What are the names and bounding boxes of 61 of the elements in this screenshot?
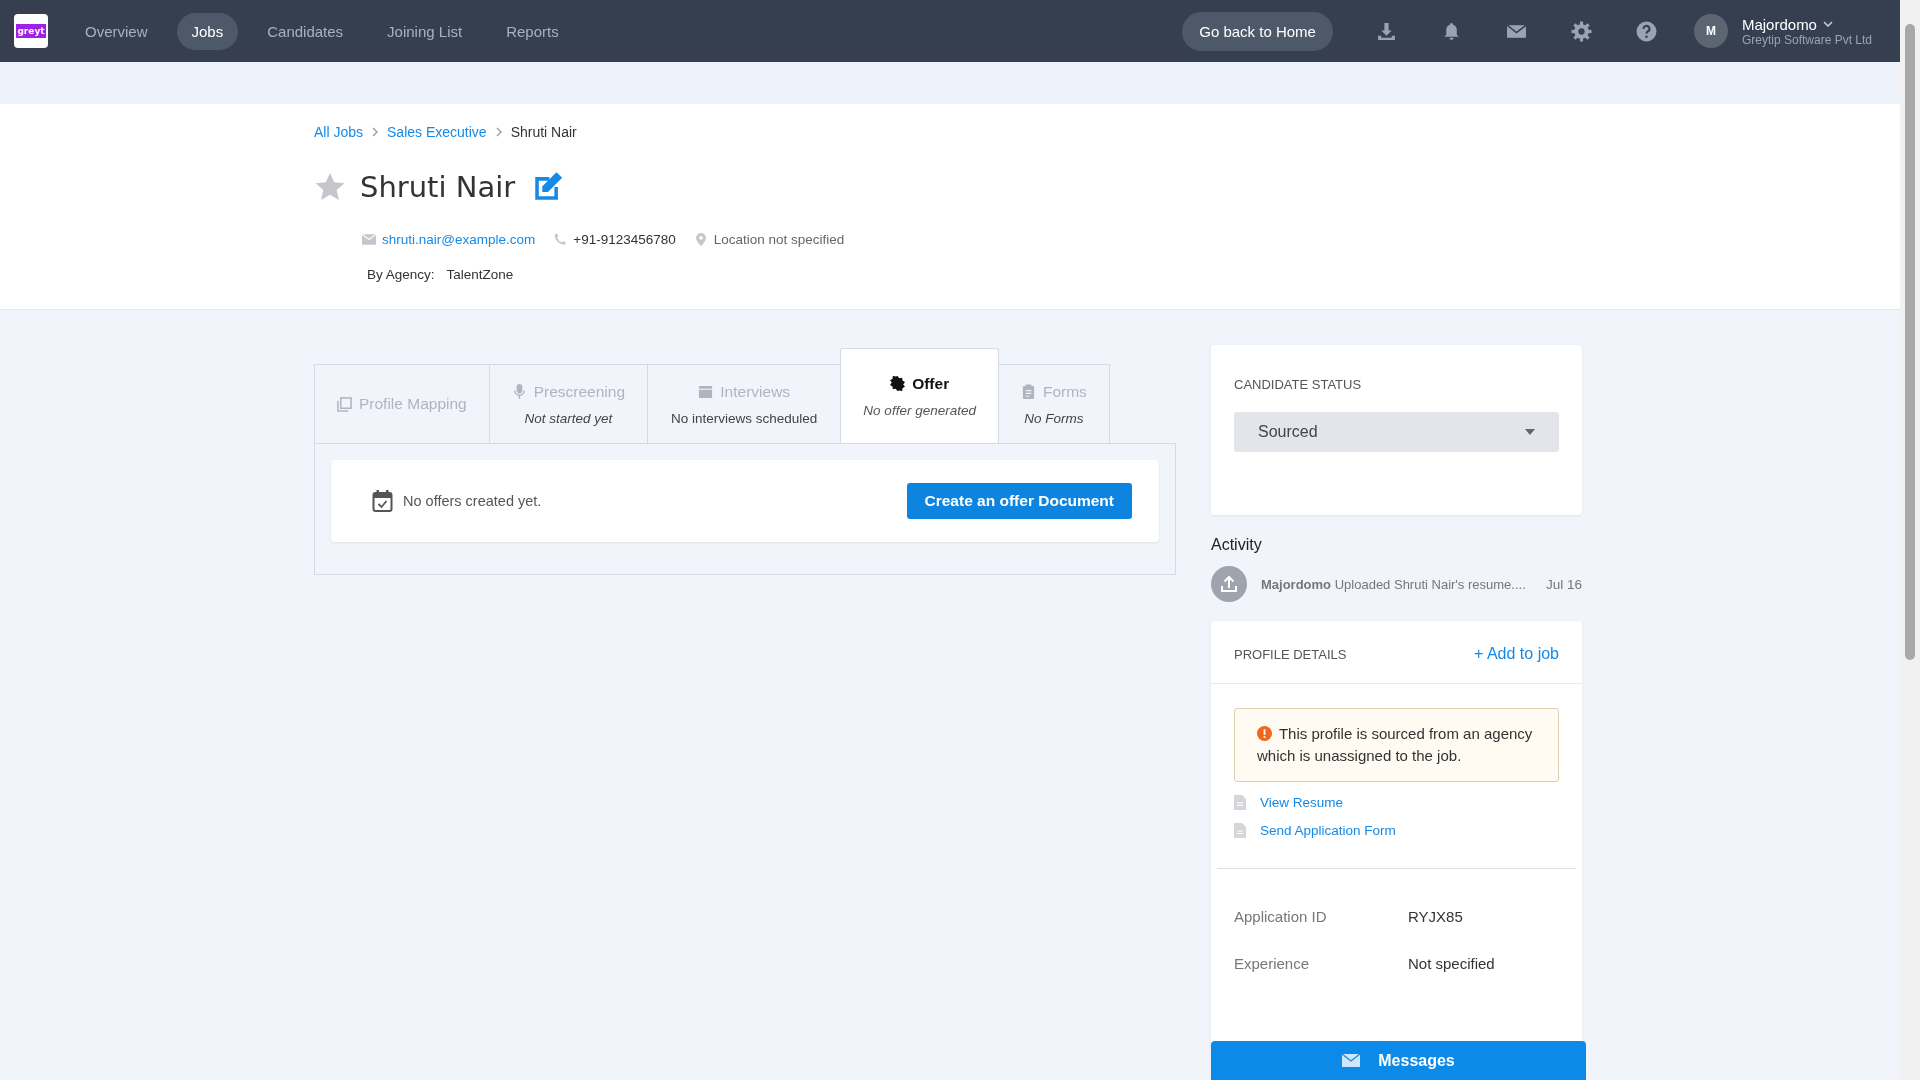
phone-number: +91-9123456780 [573, 232, 676, 247]
messages-button[interactable]: Messages [1211, 1041, 1586, 1080]
card-title: CANDIDATE STATUS [1234, 377, 1363, 392]
field-value: RYJX85 [1408, 908, 1463, 925]
clipboard-icon [1020, 384, 1036, 399]
email-link[interactable]: shruti.nair@example.com [382, 232, 536, 247]
company-name: Greytip Software Pvt Ltd [1741, 32, 1872, 47]
warning-text: This profile is sourced from an agency which is unassigned to the job. [1257, 724, 1534, 766]
app-logo[interactable]: greyt [14, 14, 48, 48]
nav-tab[interactable]: Reports [491, 12, 574, 50]
field-label: Experience [1234, 955, 1311, 972]
settings-icon[interactable] [1570, 20, 1592, 42]
nav-tab[interactable]: Overview [70, 12, 163, 50]
activity-date: Jul 16 [1545, 576, 1582, 592]
location-text: Location not specified [713, 232, 845, 247]
nav-tab[interactable]: Candidates [252, 12, 359, 50]
upload-icon [1211, 566, 1247, 602]
card-title: PROFILE DETAILS [1234, 646, 1347, 662]
caret-icon [1525, 429, 1535, 435]
star-icon[interactable] [314, 171, 346, 203]
candidate-name: Shruti Nair [360, 170, 516, 204]
field-label: Application ID [1234, 908, 1328, 925]
user-avatar[interactable]: M [1693, 14, 1728, 48]
warning-icon [1257, 726, 1272, 741]
help-icon[interactable] [1635, 20, 1657, 42]
status-dropdown[interactable]: Sourced [1234, 412, 1559, 452]
stage-tab[interactable]: Forms No Forms [997, 364, 1110, 443]
download-icon[interactable] [1375, 20, 1397, 42]
scrollbar[interactable] [1900, 0, 1920, 1080]
breadcrumb-current: Shruti Nair [510, 124, 577, 140]
nav-tab[interactable]: Joining List [372, 12, 478, 50]
envelope-icon [1342, 1054, 1361, 1067]
microphone-icon [511, 384, 527, 399]
breadcrumb-link[interactable]: All Jobs [314, 124, 364, 140]
document-icon [1234, 795, 1246, 810]
phone-icon [553, 233, 568, 246]
document-icon [1234, 823, 1246, 838]
profile-link[interactable]: Send Application Form [1260, 823, 1396, 838]
badge-icon [890, 376, 906, 391]
nav-tab[interactable]: Jobs [176, 12, 239, 50]
create-offer-button[interactable]: Create an offer Document [906, 483, 1132, 519]
copy-icon [337, 396, 352, 412]
chevron-down-icon[interactable] [1822, 21, 1833, 27]
breadcrumb-link[interactable]: Sales Executive [387, 124, 487, 140]
calendar-icon [698, 384, 714, 399]
user-name[interactable]: Majordomo [1741, 15, 1817, 33]
activity-heading: Activity [1211, 536, 1263, 554]
agency-name: TalentZone [446, 267, 514, 282]
chevron-right-icon [495, 127, 502, 137]
agency-label: By Agency: [367, 267, 435, 282]
field-value: Not specified [1408, 955, 1495, 972]
profile-link[interactable]: View Resume [1260, 795, 1344, 810]
calendar-check-icon [372, 490, 393, 512]
empty-message: No offers created yet. [403, 493, 542, 509]
chevron-right-icon [372, 127, 379, 137]
location-pin-icon [693, 233, 708, 246]
add-to-job-link[interactable]: + Add to job [1474, 645, 1559, 663]
envelope-icon [362, 233, 376, 246]
activity-text: Majordomo Uploaded Shruti Nair's resume.... [1261, 576, 1527, 592]
stage-tab[interactable]: Offer No offer generated [840, 348, 999, 443]
go-home-button[interactable]: Go back to Home [1182, 11, 1333, 51]
